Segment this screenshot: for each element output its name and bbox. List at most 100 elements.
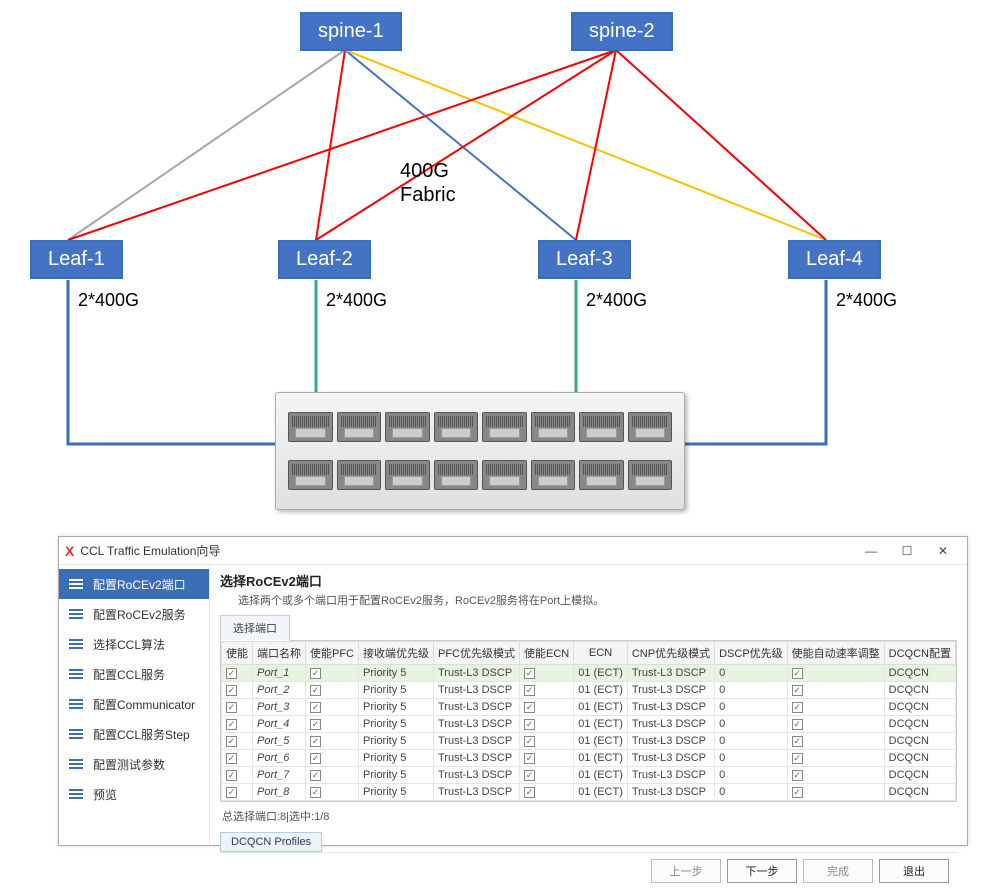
cell[interactable]: Trust-L3 DSCP [434,784,520,801]
cell[interactable]: 01 (ECT) [574,682,628,699]
sidenav-item-config-test-params[interactable]: 配置测试参数 [59,749,209,779]
cell[interactable] [306,716,359,733]
cell[interactable] [520,699,574,716]
cancel-button[interactable]: 退出 [879,859,949,883]
minimize-button[interactable]: — [853,541,889,561]
checkbox-auto-rate[interactable] [792,770,803,781]
cell[interactable]: Trust-L3 DSCP [434,665,520,682]
table-row[interactable]: Port_4Priority 5Trust-L3 DSCP01 (ECT)Tru… [222,716,956,733]
cell[interactable] [222,682,253,699]
cell[interactable] [520,784,574,801]
cell[interactable]: 0 [715,699,788,716]
checkbox-pfc[interactable] [310,668,321,679]
checkbox-ecn[interactable] [524,719,535,730]
sidenav-item-config-rocev2-service[interactable]: 配置RoCEv2服务 [59,599,209,629]
cell[interactable]: Port_4 [253,716,306,733]
checkbox-pfc[interactable] [310,702,321,713]
sidenav-item-config-ccl-service[interactable]: 配置CCL服务 [59,659,209,689]
cell[interactable]: Port_5 [253,733,306,750]
titlebar[interactable]: X CCL Traffic Emulation向导 — ☐ ✕ [59,537,967,565]
checkbox-auto-rate[interactable] [792,685,803,696]
cell[interactable] [222,784,253,801]
cell[interactable]: 01 (ECT) [574,699,628,716]
cell[interactable]: Priority 5 [359,665,434,682]
cell[interactable]: Trust-L3 DSCP [434,682,520,699]
cell[interactable] [787,716,884,733]
cell[interactable]: 01 (ECT) [574,733,628,750]
checkbox-pfc[interactable] [310,719,321,730]
sidenav-item-config-communicator[interactable]: 配置Communicator [59,689,209,719]
cell[interactable] [306,750,359,767]
col-header[interactable]: 接收端优先级 [359,642,434,665]
table-row[interactable]: Port_8Priority 5Trust-L3 DSCP01 (ECT)Tru… [222,784,956,801]
checkbox-ecn[interactable] [524,702,535,713]
checkbox-pfc[interactable] [310,770,321,781]
cell[interactable]: DCQCN [884,784,955,801]
sidenav-item-select-ccl-algo[interactable]: 选择CCL算法 [59,629,209,659]
col-header[interactable]: 使能ECN [520,642,574,665]
table-row[interactable]: Port_2Priority 5Trust-L3 DSCP01 (ECT)Tru… [222,682,956,699]
cell[interactable]: 0 [715,682,788,699]
checkbox-auto-rate[interactable] [792,753,803,764]
cell[interactable]: Trust-L3 DSCP [627,665,714,682]
checkbox-auto-rate[interactable] [792,719,803,730]
sidenav-item-config-ccl-step[interactable]: 配置CCL服务Step [59,719,209,749]
cell[interactable] [520,665,574,682]
cell[interactable]: Priority 5 [359,699,434,716]
cell[interactable]: Trust-L3 DSCP [434,767,520,784]
checkbox-auto-rate[interactable] [792,702,803,713]
cell[interactable]: Trust-L3 DSCP [627,733,714,750]
checkbox-enable[interactable] [226,719,237,730]
cell[interactable]: Priority 5 [359,733,434,750]
cell[interactable]: 0 [715,784,788,801]
table-row[interactable]: Port_1Priority 5Trust-L3 DSCP01 (ECT)Tru… [222,665,956,682]
cell[interactable]: 01 (ECT) [574,716,628,733]
cell[interactable] [222,750,253,767]
cell[interactable] [306,682,359,699]
cell[interactable] [787,665,884,682]
table-row[interactable]: Port_3Priority 5Trust-L3 DSCP01 (ECT)Tru… [222,699,956,716]
next-button[interactable]: 下一步 [727,859,797,883]
cell[interactable]: Priority 5 [359,750,434,767]
checkbox-enable[interactable] [226,736,237,747]
cell[interactable]: Trust-L3 DSCP [627,750,714,767]
cell[interactable] [787,682,884,699]
cell[interactable] [306,767,359,784]
cell[interactable]: 01 (ECT) [574,767,628,784]
close-button[interactable]: ✕ [925,541,961,561]
checkbox-ecn[interactable] [524,668,535,679]
cell[interactable] [520,716,574,733]
cell[interactable]: Port_2 [253,682,306,699]
finish-button[interactable]: 完成 [803,859,873,883]
cell[interactable]: Port_6 [253,750,306,767]
cell[interactable] [222,699,253,716]
table-row[interactable]: Port_7Priority 5Trust-L3 DSCP01 (ECT)Tru… [222,767,956,784]
cell[interactable] [520,750,574,767]
cell[interactable]: DCQCN [884,767,955,784]
cell[interactable] [520,767,574,784]
cell[interactable] [787,750,884,767]
col-header[interactable]: 使能自动速率调整 [787,642,884,665]
cell[interactable] [222,665,253,682]
cell[interactable] [520,733,574,750]
cell[interactable] [222,716,253,733]
checkbox-enable[interactable] [226,685,237,696]
table-row[interactable]: Port_6Priority 5Trust-L3 DSCP01 (ECT)Tru… [222,750,956,767]
cell[interactable] [787,699,884,716]
cell[interactable]: DCQCN [884,699,955,716]
cell[interactable] [306,699,359,716]
checkbox-auto-rate[interactable] [792,787,803,798]
dcqcn-profiles-button[interactable]: DCQCN Profiles [220,832,322,852]
tab-select-ports[interactable]: 选择端口 [220,615,290,641]
cell[interactable]: Trust-L3 DSCP [627,716,714,733]
cell[interactable]: 0 [715,767,788,784]
checkbox-enable[interactable] [226,787,237,798]
maximize-button[interactable]: ☐ [889,541,925,561]
checkbox-pfc[interactable] [310,787,321,798]
checkbox-auto-rate[interactable] [792,668,803,679]
checkbox-enable[interactable] [226,770,237,781]
cell[interactable]: 01 (ECT) [574,784,628,801]
col-header[interactable]: 端口名称 [253,642,306,665]
cell[interactable]: Priority 5 [359,682,434,699]
prev-button[interactable]: 上一步 [651,859,721,883]
